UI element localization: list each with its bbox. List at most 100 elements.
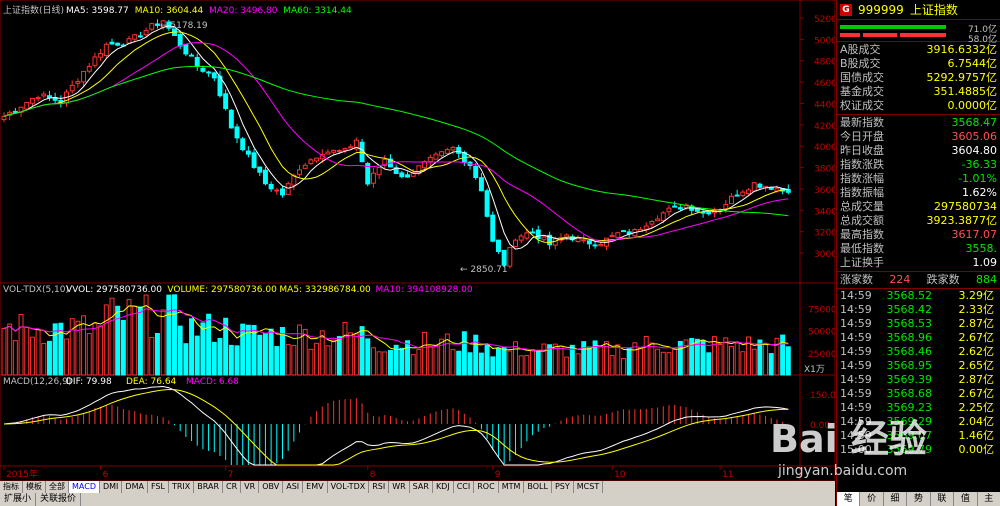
indicator-tab[interactable]: TRIX — [169, 481, 195, 493]
kline-chart-area[interactable]: 5200 5000 4800 4600 4400 4200 4000 3800 3600 3400… — [0, 0, 837, 483]
indicator-tab[interactable]: 模板 — [23, 481, 46, 493]
quote-tab[interactable]: 势 — [907, 492, 931, 506]
volume-bar — [740, 351, 746, 376]
candle-body — [75, 81, 81, 84]
indicator-tab[interactable]: BOLL — [524, 481, 552, 493]
volume-bar — [632, 342, 638, 376]
quote-tab[interactable]: 细 — [884, 492, 908, 506]
indicator-tab[interactable]: MTM — [499, 481, 525, 493]
ma-legend: MA5: 3598.77 — [66, 6, 129, 16]
quote-tab[interactable]: 笔 — [837, 492, 861, 506]
candle-body — [132, 34, 138, 40]
volume-bar — [240, 323, 246, 376]
candle-body — [154, 23, 160, 26]
tick-row[interactable]: 14:59 3569.23 2.25亿 — [837, 401, 1000, 415]
vol-legend: MA5: 332986784.00 — [279, 285, 371, 295]
indicator-tab[interactable]: MCST — [574, 481, 604, 493]
x-axis-label: 11 — [722, 470, 733, 480]
quote-tab[interactable]: 值 — [954, 492, 978, 506]
indicator-tab[interactable]: ASI — [283, 481, 304, 493]
quote-panel: G 999999 上证指数 71.0亿 58.0亿 A股成交 3916.6332亿… — [836, 0, 1000, 506]
tick-row[interactable]: 14:59 3568.52 3.29亿 — [837, 289, 1000, 303]
volume-bar — [211, 341, 217, 376]
tick-row[interactable]: 14:59 3568.42 2.33亿 — [837, 303, 1000, 317]
candle-body — [456, 147, 462, 154]
volume-bar — [575, 353, 581, 376]
indicator-tab[interactable]: MACD — [69, 481, 100, 493]
volume-bar — [626, 347, 632, 376]
volume-bar — [200, 322, 206, 376]
ma5-line — [3, 25, 789, 250]
candle-body — [729, 195, 734, 205]
volume-bar — [137, 306, 143, 376]
candle-body — [666, 207, 672, 213]
indicator-tab[interactable]: CR — [223, 481, 242, 493]
volume-bar — [700, 339, 706, 376]
candle-body — [672, 205, 678, 208]
indicator-tab[interactable]: FSL — [148, 481, 169, 493]
tick-row[interactable]: 14:59 3569.07 1.46亿 — [837, 429, 1000, 443]
indicator-tab[interactable]: VOL-TDX — [328, 481, 370, 493]
tick-row[interactable]: 15:00 3569.79 0.00亿 — [837, 443, 1000, 457]
extension-tab[interactable]: 关联报价 — [36, 493, 82, 506]
indicator-tab[interactable]: PSY — [552, 481, 574, 493]
extension-tab[interactable]: 扩展小 — [0, 493, 37, 506]
price-tick-label: 3800 — [814, 165, 835, 175]
tick-row[interactable]: 14:59 3569.39 2.87亿 — [837, 373, 1000, 387]
price-tick-label: 4200 — [814, 122, 835, 132]
indicator-tab[interactable]: KDJ — [433, 481, 454, 493]
indicator-tab[interactable]: SAR — [410, 481, 433, 493]
down-power-bar-seg3 — [900, 33, 946, 37]
tick-price: 3569.79 — [886, 443, 933, 456]
tick-row[interactable]: 14:59 3569.29 2.04亿 — [837, 415, 1000, 429]
candle-body — [103, 43, 109, 56]
tick-list[interactable]: 14:59 3568.52 3.29亿 14:59 3568.42 2.33亿 14:59 3… — [837, 289, 1000, 457]
turnover-row: 国债成交 5292.9757亿 — [837, 71, 1000, 85]
kline-chart-svg[interactable]: 5200 5000 4800 4600 4400 4200 4000 3800 3600 3400… — [0, 0, 837, 483]
indicator-tab[interactable]: BRAR — [194, 481, 224, 493]
indicator-tab[interactable]: WR — [389, 481, 410, 493]
quote-tab[interactable]: 价 — [860, 492, 884, 506]
volume-bar — [473, 334, 479, 376]
ma-legend: MA10: 3604.44 — [135, 6, 204, 16]
tick-time: 14:59 — [840, 387, 872, 400]
tick-row[interactable]: 14:59 3568.95 2.65亿 — [837, 359, 1000, 373]
volume-bar — [501, 346, 507, 376]
price-tick-label: 5000 — [814, 36, 835, 46]
candle-body — [200, 67, 206, 72]
quote-tab[interactable]: 主 — [978, 492, 1000, 506]
indicator-tab[interactable]: 指标 — [0, 481, 23, 493]
indicator-tab[interactable]: CCI — [454, 481, 475, 493]
price-tick-label: 4600 — [814, 79, 835, 89]
volume-bar — [172, 294, 177, 376]
down-power-bar-seg1 — [840, 33, 860, 37]
indicator-tab[interactable]: EMV — [303, 481, 328, 493]
indicator-tab[interactable]: DMI — [100, 481, 123, 493]
candle-body — [143, 30, 149, 36]
quote-row: 今日开盘 3605.06 — [837, 130, 1000, 144]
quote-tab[interactable]: 联 — [931, 492, 955, 506]
indicator-tab[interactable]: OBV — [259, 481, 284, 493]
tick-row[interactable]: 14:59 3568.53 2.87亿 — [837, 317, 1000, 331]
candle-body — [484, 190, 490, 217]
indicator-tab[interactable]: RSI — [369, 481, 390, 493]
high-marker-label: ← 5178.19 — [160, 21, 208, 31]
volume-bar — [734, 342, 740, 376]
tick-amount: 2.87亿 — [958, 317, 995, 330]
volume-bar — [183, 343, 189, 376]
indicator-tab[interactable]: VR — [241, 481, 260, 493]
indicator-tab[interactable]: ROC — [474, 481, 499, 493]
volume-bar — [666, 352, 672, 376]
turnover-label: 基金成交 — [840, 85, 884, 98]
volume-bar — [763, 343, 769, 376]
tick-row[interactable]: 14:59 3568.46 2.62亿 — [837, 345, 1000, 359]
tick-amount: 1.46亿 — [958, 429, 995, 442]
macd-legend: DIF: 79.98 — [66, 377, 112, 387]
low-marker-label: ← 2850.71 — [460, 265, 508, 275]
tick-row[interactable]: 14:59 3568.96 2.67亿 — [837, 331, 1000, 345]
tick-time: 14:59 — [840, 331, 872, 344]
indicator-tab[interactable]: DMA — [122, 481, 148, 493]
indicator-tab[interactable]: 全部 — [46, 481, 69, 493]
candle-body — [12, 110, 18, 113]
tick-row[interactable]: 14:59 3568.68 2.67亿 — [837, 387, 1000, 401]
